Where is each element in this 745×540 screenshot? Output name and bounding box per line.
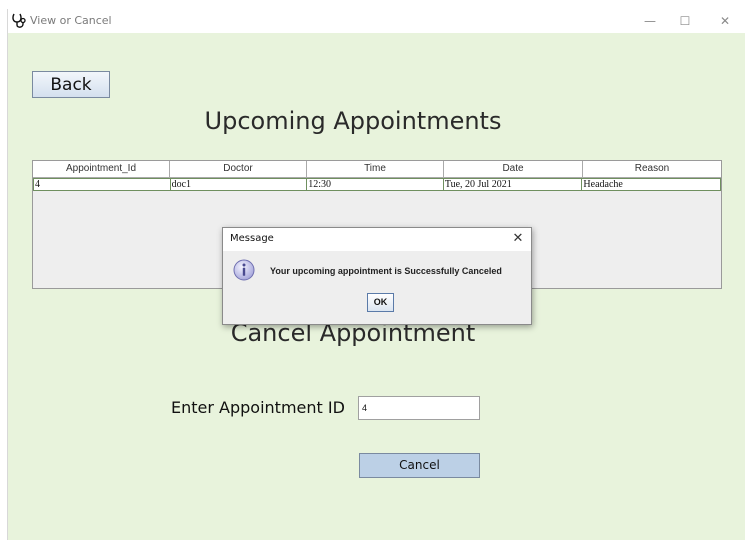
message-dialog: Message ✕ Your upcoming appointment is S… bbox=[222, 227, 532, 325]
dialog-title-bar: Message ✕ bbox=[223, 228, 531, 251]
dialog-message: Your upcoming appointment is Successfull… bbox=[270, 266, 502, 276]
info-icon bbox=[233, 259, 255, 281]
cancel-button[interactable]: Cancel bbox=[359, 453, 480, 478]
table-header: Appointment_Id Doctor Time Date Reason bbox=[33, 161, 721, 178]
dialog-close-button[interactable]: ✕ bbox=[509, 230, 527, 248]
upcoming-appointments-heading: Upcoming Appointments bbox=[204, 107, 502, 135]
cell-reason[interactable]: Headache bbox=[582, 179, 720, 190]
cell-appointment-id[interactable]: 4 bbox=[34, 179, 171, 190]
title-bar: View or Cancel — ☐ ✕ bbox=[8, 9, 745, 33]
column-header-date[interactable]: Date bbox=[444, 161, 583, 177]
column-header-appointment-id[interactable]: Appointment_Id bbox=[33, 161, 170, 177]
stethoscope-icon bbox=[12, 13, 26, 28]
app-window: View or Cancel — ☐ ✕ Back Upcoming Appoi… bbox=[7, 9, 745, 540]
window-title: View or Cancel bbox=[30, 14, 112, 27]
close-window-button[interactable]: ✕ bbox=[708, 9, 742, 33]
column-header-doctor[interactable]: Doctor bbox=[170, 161, 307, 177]
main-content: Back Upcoming Appointments Appointment_I… bbox=[8, 33, 745, 540]
dialog-body: Your upcoming appointment is Successfull… bbox=[223, 251, 531, 324]
cell-time[interactable]: 12:30 bbox=[307, 179, 444, 190]
table-row[interactable]: 4 doc1 12:30 Tue, 20 Jul 2021 Headache bbox=[33, 178, 721, 191]
enter-appointment-id-label: Enter Appointment ID bbox=[171, 398, 345, 417]
column-header-reason[interactable]: Reason bbox=[583, 161, 721, 177]
maximize-button[interactable]: ☐ bbox=[668, 9, 702, 33]
minimize-button[interactable]: — bbox=[633, 9, 667, 33]
dialog-title: Message bbox=[230, 233, 274, 244]
cell-date[interactable]: Tue, 20 Jul 2021 bbox=[444, 179, 583, 190]
ok-button[interactable]: OK bbox=[367, 293, 394, 312]
appointment-id-input[interactable] bbox=[358, 396, 480, 420]
back-button[interactable]: Back bbox=[32, 71, 110, 98]
column-header-time[interactable]: Time bbox=[307, 161, 444, 177]
cell-doctor[interactable]: doc1 bbox=[171, 179, 308, 190]
